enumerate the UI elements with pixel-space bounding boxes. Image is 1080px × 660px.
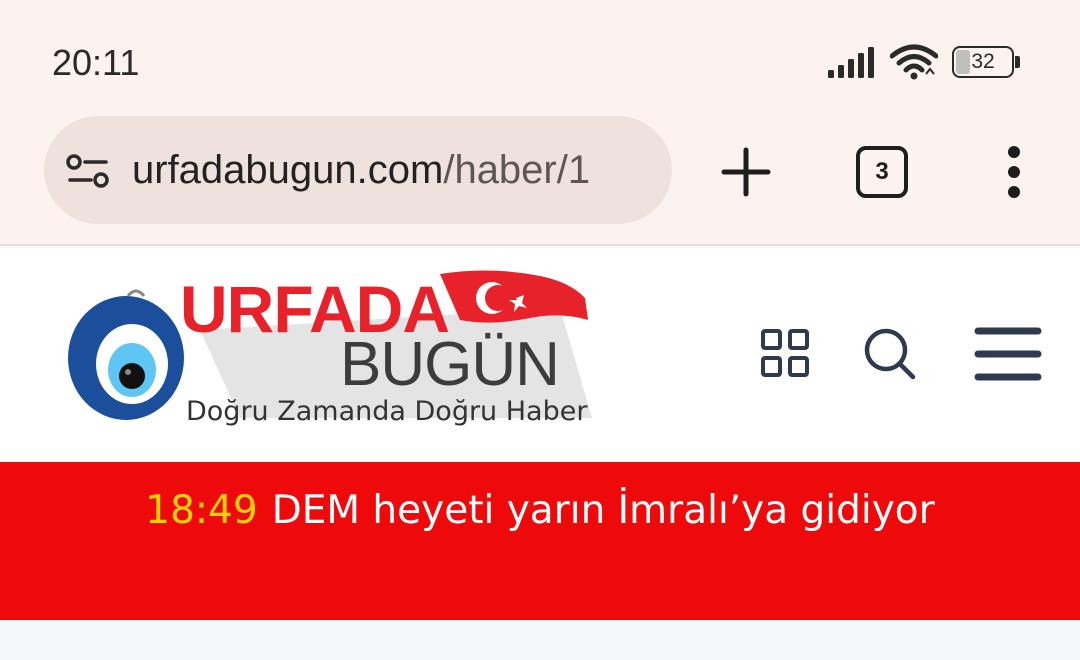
tab-switcher-button[interactable]: 3: [856, 146, 908, 198]
more-vert-icon[interactable]: [998, 144, 1030, 200]
hamburger-menu-icon[interactable]: [974, 326, 1042, 382]
status-icons: 32: [828, 40, 1020, 84]
search-icon[interactable]: [862, 326, 918, 382]
site-logo[interactable]: URFADA BUGÜN Doğru Zamanda Doğru Haber: [40, 268, 596, 434]
status-time: 20:11: [52, 42, 140, 83]
grid-icon[interactable]: [760, 328, 810, 378]
page-content-area: [0, 620, 1080, 660]
logo-tagline: Doğru Zamanda Doğru Haber: [186, 396, 588, 427]
battery-icon: 32: [952, 46, 1020, 78]
url-text: urfadabugun.com/haber/1: [132, 148, 590, 193]
new-tab-button[interactable]: [716, 142, 776, 202]
flag-icon: [440, 270, 588, 323]
site-header: URFADA BUGÜN Doğru Zamanda Doğru Haber: [0, 248, 1080, 462]
ticker-headline: DEM heyeti yarın İmralı’ya gidiyor: [271, 488, 935, 533]
wifi-icon: [890, 44, 938, 80]
ticker-item[interactable]: 18:49 DEM heyeti yarın İmralı’ya gidiyor: [0, 488, 1080, 533]
breaking-news-ticker: 18:49 DEM heyeti yarın İmralı’ya gidiyor: [0, 462, 1080, 620]
url-domain: urfadabugun.com: [132, 148, 444, 192]
status-bar: 20:11 32: [0, 0, 1080, 110]
browser-toolbar: urfadabugun.com/haber/1 3: [0, 110, 1080, 246]
address-bar[interactable]: urfadabugun.com/haber/1: [44, 116, 672, 224]
logo-subtitle: BUGÜN: [340, 330, 560, 399]
battery-level: 32: [971, 50, 995, 73]
url-path: /haber/1: [443, 148, 591, 192]
ticker-time: 18:49: [145, 488, 258, 533]
signal-icon: [828, 47, 874, 78]
site-settings-icon[interactable]: [66, 154, 110, 188]
